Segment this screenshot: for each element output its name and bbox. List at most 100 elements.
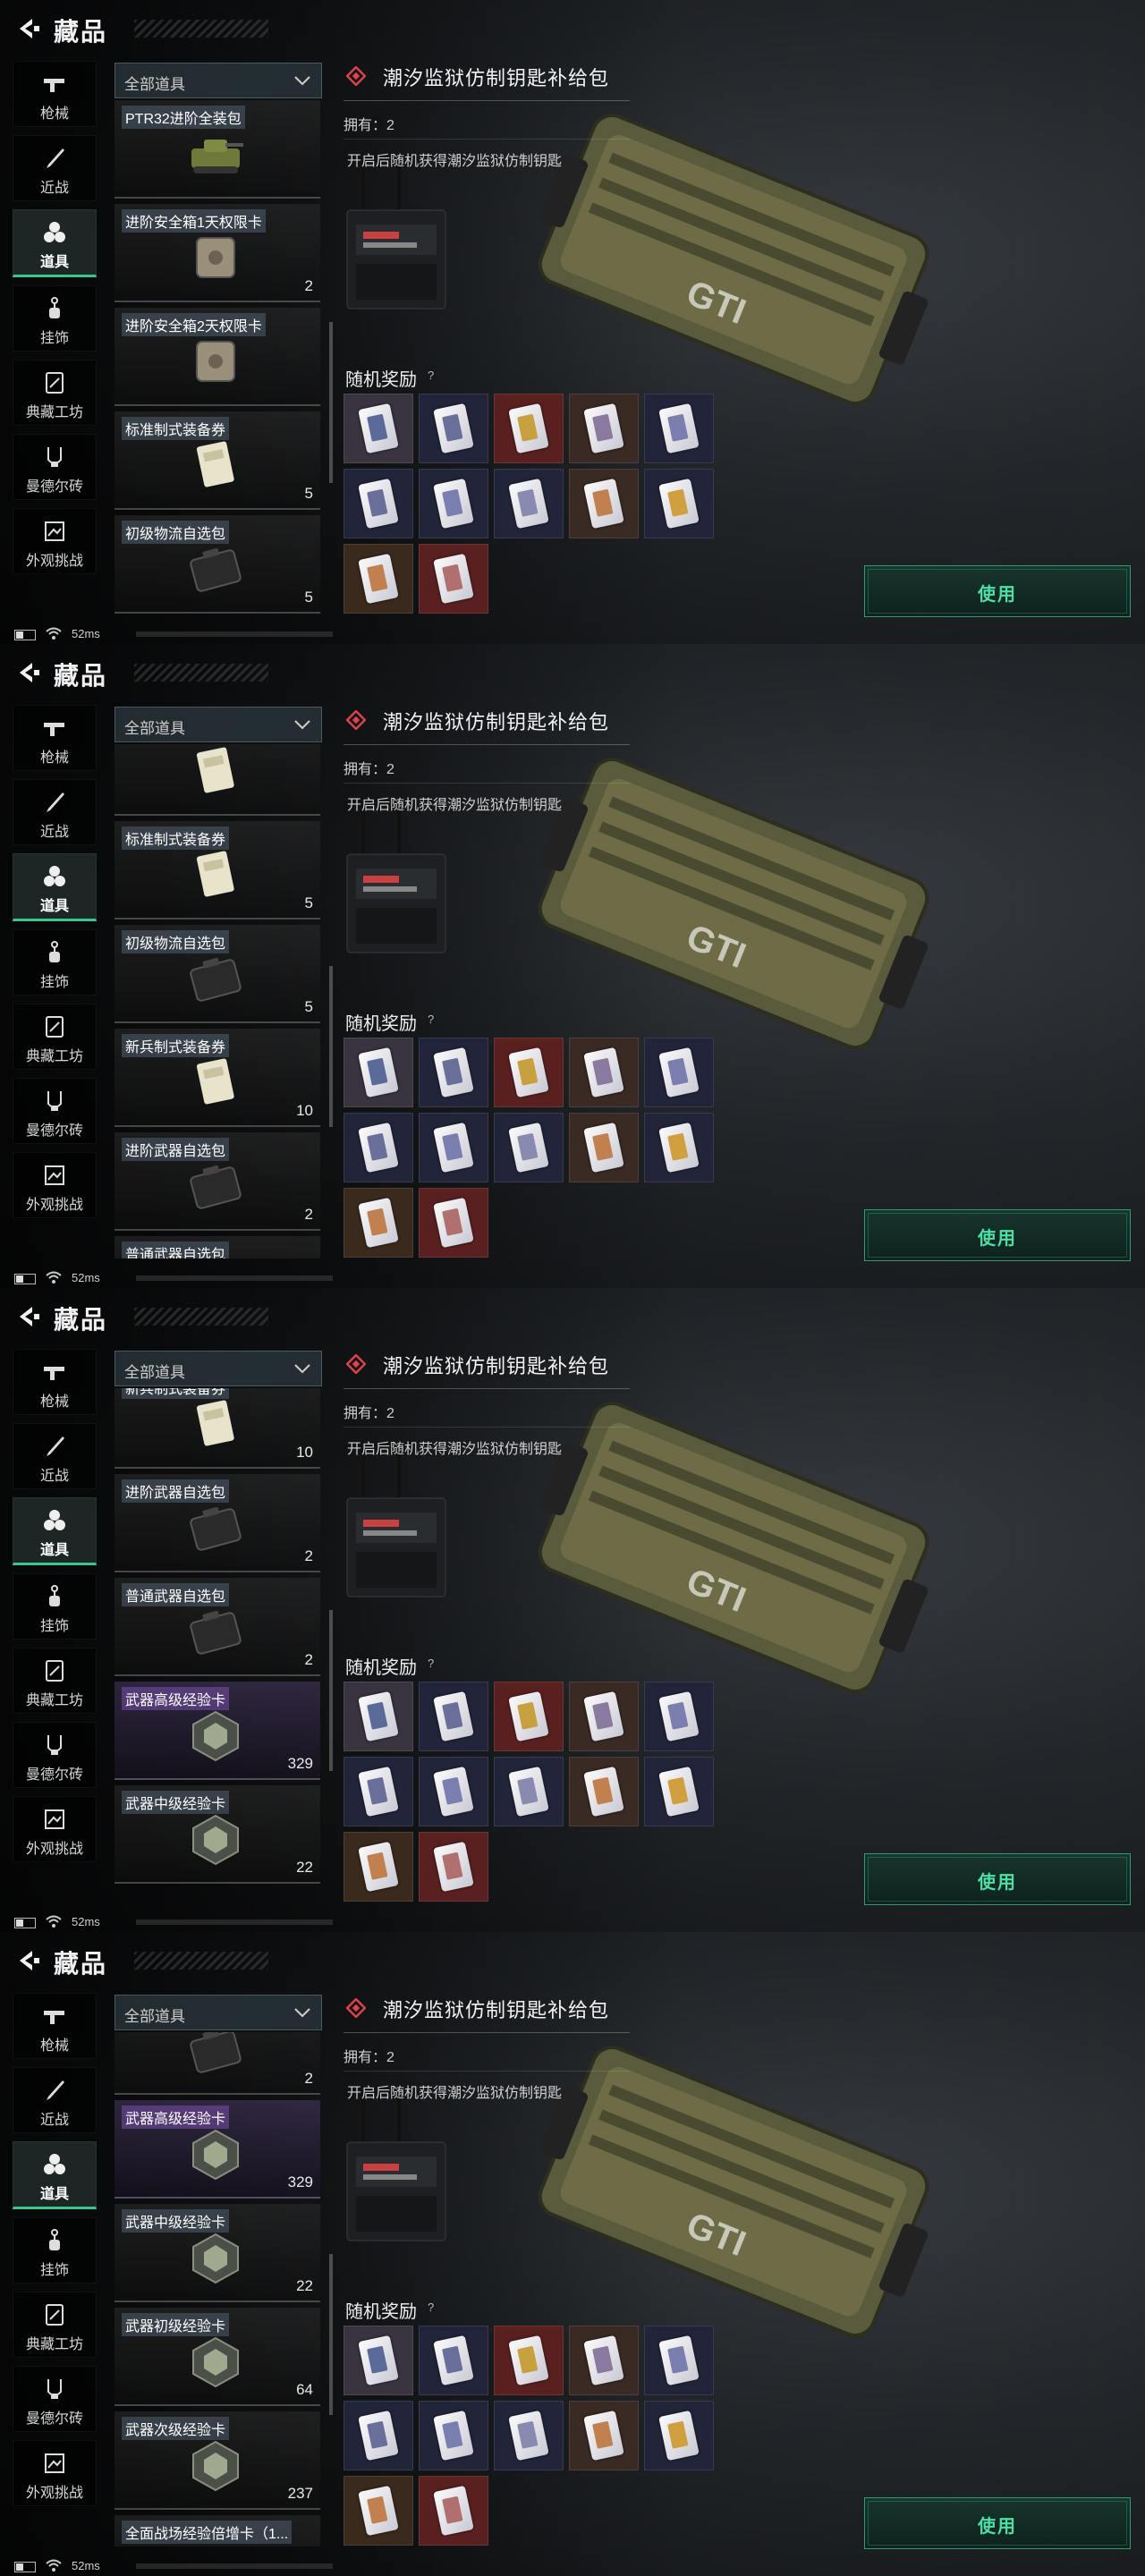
back-button[interactable] (13, 11, 48, 47)
filter-dropdown[interactable]: 全部道具 (114, 707, 322, 742)
list-item[interactable]: 标准制式装备券 5 (114, 411, 320, 510)
list-item[interactable]: 进阶武器自选包 2 (114, 1132, 320, 1231)
reward-cell[interactable] (344, 469, 413, 538)
use-button[interactable]: 使用 (864, 565, 1131, 617)
reward-cell[interactable] (494, 1113, 564, 1182)
reward-cell[interactable] (644, 1113, 714, 1182)
item-list[interactable]: 新兵制式装备券 10 进阶武器自选包 2 普通武器自选包 2 武器高级经验卡 329 武器中级经… (114, 1388, 325, 1902)
reward-cell[interactable] (644, 2401, 714, 2470)
reward-cell[interactable] (419, 2401, 488, 2470)
reward-cell[interactable] (419, 469, 488, 538)
reward-cell[interactable] (569, 2401, 639, 2470)
category-tab[interactable]: 曼德尔砖 (13, 1078, 97, 1144)
category-tab[interactable]: 典藏工坊 (13, 360, 97, 426)
reward-cell[interactable] (344, 394, 413, 463)
list-scrollbar[interactable] (329, 2254, 333, 2415)
category-tab[interactable]: 外观挑战 (13, 508, 97, 574)
list-item[interactable]: 武器高级经验卡 329 (114, 1682, 320, 1780)
back-button[interactable] (13, 655, 48, 691)
category-tab[interactable]: 曼德尔砖 (13, 2366, 97, 2432)
reward-cell[interactable] (419, 1832, 488, 1902)
category-tab[interactable]: 曼德尔砖 (13, 434, 97, 500)
reward-cell[interactable] (644, 1682, 714, 1751)
list-item[interactable]: 2 (114, 2032, 320, 2095)
list-item[interactable]: 普通武器自选包 2 (114, 1578, 320, 1676)
back-button[interactable] (13, 1943, 48, 1979)
reward-cell[interactable] (419, 1188, 488, 1258)
reward-cell[interactable] (344, 2401, 413, 2470)
category-tab[interactable]: 近战 (13, 1423, 97, 1489)
reward-cell[interactable] (569, 394, 639, 463)
item-list[interactable]: 标准制式装备券 5 初级物流自选包 5 新兵制式装备券 10 进阶武器自选包 2 普通武器自选包 (114, 744, 325, 1258)
use-button[interactable]: 使用 (864, 1209, 1131, 1261)
reward-cell[interactable] (419, 1682, 488, 1751)
category-tab[interactable]: 道具 (13, 853, 97, 921)
category-tab[interactable]: 典藏工坊 (13, 1004, 97, 1070)
list-item[interactable]: 武器初级经验卡 64 (114, 2308, 320, 2406)
category-tab[interactable]: 道具 (13, 209, 97, 277)
list-item[interactable]: PTR32进阶全装包 (114, 100, 320, 199)
reward-cell[interactable] (644, 2326, 714, 2395)
reward-cell[interactable] (344, 1832, 413, 1902)
reward-cell[interactable] (419, 1113, 488, 1182)
reward-cell[interactable] (569, 1682, 639, 1751)
list-item[interactable]: 新兵制式装备券 10 (114, 1388, 320, 1469)
reward-cell[interactable] (344, 1757, 413, 1826)
category-tab[interactable]: 枪械 (13, 705, 97, 771)
reward-cell[interactable] (419, 1757, 488, 1826)
reward-cell[interactable] (344, 1188, 413, 1258)
category-tab[interactable]: 典藏工坊 (13, 2292, 97, 2358)
category-tab[interactable]: 道具 (13, 1497, 97, 1565)
reward-cell[interactable] (419, 394, 488, 463)
reward-cell[interactable] (644, 1757, 714, 1826)
category-tab[interactable]: 近战 (13, 135, 97, 201)
use-button[interactable]: 使用 (864, 1853, 1131, 1905)
list-scrollbar[interactable] (329, 1610, 333, 1771)
category-tab[interactable]: 枪械 (13, 61, 97, 127)
filter-dropdown[interactable]: 全部道具 (114, 1995, 322, 2030)
list-item[interactable]: 武器次级经验卡 237 (114, 2411, 320, 2510)
list-item[interactable]: 标准制式装备券 5 (114, 821, 320, 919)
category-tab[interactable]: 挂饰 (13, 1573, 97, 1640)
help-icon[interactable]: ? (428, 369, 434, 382)
list-item[interactable]: 进阶安全箱2天权限卡 (114, 308, 320, 406)
reward-cell[interactable] (644, 469, 714, 538)
item-list[interactable]: PTR32进阶全装包 进阶安全箱1天权限卡 2 进阶安全箱2天权限卡 标准制式装备券 5 初… (114, 100, 325, 614)
reward-cell[interactable] (494, 2401, 564, 2470)
list-item[interactable]: 初级物流自选包 5 (114, 515, 320, 614)
reward-cell[interactable] (419, 544, 488, 614)
item-list[interactable]: 2 武器高级经验卡 329 武器中级经验卡 22 武器初级经验卡 64 武器次级经验卡 237 全… (114, 2032, 325, 2546)
reward-cell[interactable] (494, 1038, 564, 1107)
reward-cell[interactable] (344, 1682, 413, 1751)
list-item[interactable]: 全面战场经验倍增卡（1... (114, 2515, 320, 2546)
reward-cell[interactable] (344, 2476, 413, 2546)
list-item[interactable]: 武器高级经验卡 329 (114, 2100, 320, 2199)
reward-cell[interactable] (494, 394, 564, 463)
list-item[interactable]: 新兵制式装备券 10 (114, 1029, 320, 1127)
list-item[interactable] (114, 744, 320, 816)
reward-cell[interactable] (569, 1038, 639, 1107)
reward-cell[interactable] (494, 1682, 564, 1751)
category-tab[interactable]: 外观挑战 (13, 1796, 97, 1862)
category-tab[interactable]: 挂饰 (13, 285, 97, 352)
list-item[interactable]: 进阶安全箱1天权限卡 2 (114, 204, 320, 302)
category-tab[interactable]: 道具 (13, 2141, 97, 2209)
help-icon[interactable]: ? (428, 1657, 434, 1670)
reward-cell[interactable] (344, 1113, 413, 1182)
reward-cell[interactable] (569, 1757, 639, 1826)
category-tab[interactable]: 外观挑战 (13, 2440, 97, 2506)
category-tab[interactable]: 挂饰 (13, 2217, 97, 2284)
reward-cell[interactable] (419, 2476, 488, 2546)
category-tab[interactable]: 近战 (13, 2067, 97, 2133)
list-item[interactable]: 普通武器自选包 (114, 1236, 320, 1258)
filter-dropdown[interactable]: 全部道具 (114, 63, 322, 98)
reward-cell[interactable] (419, 2326, 488, 2395)
category-tab[interactable]: 近战 (13, 779, 97, 845)
list-item[interactable]: 进阶武器自选包 2 (114, 1474, 320, 1572)
list-item[interactable]: 武器中级经验卡 22 (114, 1785, 320, 1884)
list-scrollbar[interactable] (329, 322, 333, 483)
category-tab[interactable]: 典藏工坊 (13, 1648, 97, 1714)
category-tab[interactable]: 挂饰 (13, 929, 97, 996)
reward-cell[interactable] (569, 1113, 639, 1182)
filter-dropdown[interactable]: 全部道具 (114, 1351, 322, 1386)
